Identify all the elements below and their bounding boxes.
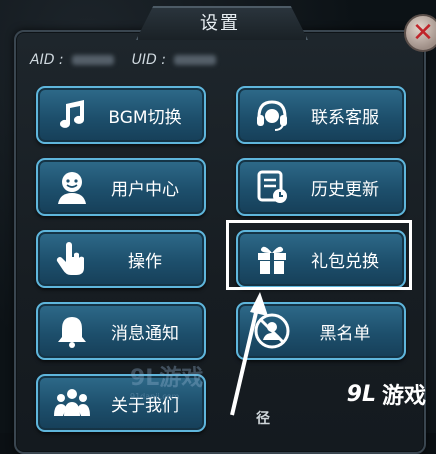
- update-history-label: 历史更新: [311, 179, 379, 200]
- users-group-icon: [50, 381, 94, 425]
- close-button[interactable]: ✕: [404, 14, 436, 52]
- watermark-brand: 游戏: [381, 384, 426, 409]
- uid-value-redacted: [173, 55, 216, 65]
- annotation-arrow-icon: [230, 292, 268, 416]
- partial-hint-text: 径: [256, 411, 270, 427]
- notifications-label: 消息通知: [111, 323, 179, 344]
- customer-service-button[interactable]: 联系客服: [236, 86, 406, 144]
- user-center-label: 用户中心: [111, 179, 179, 200]
- user-icon: [50, 165, 94, 209]
- dialog-title: 设置: [200, 13, 240, 34]
- bgm-toggle-label: BGM切换: [108, 107, 182, 128]
- watermark-faint: 9L游戏 91danji.com: [130, 360, 203, 401]
- hand-tap-icon: [50, 237, 94, 281]
- aid-value-redacted: [71, 55, 114, 65]
- customer-service-label: 联系客服: [311, 107, 379, 128]
- bell-icon: [50, 309, 94, 353]
- history-document-icon: [250, 165, 294, 209]
- watermark-faint-logo: 9L: [130, 366, 160, 391]
- notifications-button[interactable]: 消息通知: [36, 302, 206, 360]
- aid-label: AID :: [30, 52, 64, 68]
- user-center-button[interactable]: 用户中心: [36, 158, 206, 216]
- headset-icon: [250, 93, 294, 137]
- controls-button[interactable]: 操作: [36, 230, 206, 288]
- blacklist-label: 黑名单: [319, 323, 371, 344]
- uid-label: UID :: [131, 52, 166, 68]
- controls-label: 操作: [128, 251, 162, 272]
- music-note-icon: [50, 93, 94, 137]
- watermark-faint-domain: 91danji.com: [130, 392, 180, 401]
- watermark: 9L 游戏: [347, 378, 426, 410]
- highlight-box: [226, 220, 412, 290]
- account-ids: AID : UID :: [30, 52, 216, 68]
- bgm-toggle-button[interactable]: BGM切换: [36, 86, 206, 144]
- watermark-logo: 9L: [346, 381, 376, 407]
- watermark-faint-brand: 游戏: [159, 366, 204, 391]
- close-icon: ✕: [412, 18, 434, 48]
- update-history-button[interactable]: 历史更新: [236, 158, 406, 216]
